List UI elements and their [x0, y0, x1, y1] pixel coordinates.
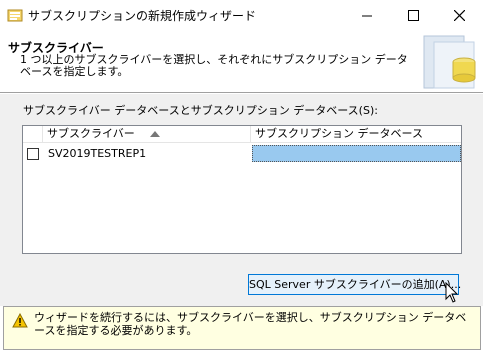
- minimize-button[interactable]: [344, 0, 390, 30]
- close-button[interactable]: [436, 0, 482, 30]
- subscription-db-cell[interactable]: [252, 145, 461, 162]
- warning-text: ウィザードを続行するには、サブスクライバーを選択し、サブスクリプション データベ…: [34, 311, 467, 337]
- sort-ascending-icon: [150, 131, 160, 137]
- title-bar: サブスクリプションの新規作成ウィザード: [0, 0, 483, 30]
- page-description: 1 つ以上のサブスクライバーを選択し、それぞれにサブスクリプション データベース…: [20, 53, 408, 78]
- wizard-app-icon: [7, 9, 23, 22]
- maximize-button[interactable]: [390, 0, 436, 30]
- minimize-icon: [361, 15, 372, 16]
- column-header-check[interactable]: [23, 126, 43, 143]
- subscriber-grid[interactable]: サブスクライバー サブスクリプション データベース SV2019TESTREP1: [22, 125, 462, 254]
- window-title: サブスクリプションの新規作成ウィザード: [28, 9, 257, 23]
- close-icon: [453, 9, 465, 21]
- wizard-header: サブスクライバー 1 つ以上のサブスクライバーを選択し、それぞれにサブスクリプシ…: [0, 30, 483, 92]
- grid-label: サブスクライバー データベースとサブスクリプション データベース(S):: [23, 104, 378, 117]
- column-header-subscription-db[interactable]: サブスクリプション データベース: [251, 126, 461, 143]
- column-header-subscriber[interactable]: サブスクライバー: [43, 126, 251, 143]
- add-sql-server-subscriber-button[interactable]: SQL Server サブスクライバーの追加(A)...: [248, 274, 461, 295]
- maximize-icon: [407, 9, 419, 21]
- column-header-subscriber-label: サブスクライバー: [47, 127, 135, 140]
- table-row[interactable]: SV2019TESTREP1: [23, 144, 461, 163]
- subscriber-checkbox[interactable]: [27, 148, 39, 160]
- wizard-body: サブスクライバー データベースとサブスクリプション データベース(S): サブス…: [0, 94, 483, 306]
- warning-icon: [12, 313, 28, 328]
- grid-header: サブスクライバー サブスクリプション データベース: [23, 126, 461, 143]
- subscriber-name: SV2019TESTREP1: [48, 147, 147, 160]
- warning-banner: ウィザードを続行するには、サブスクライバーを選択し、サブスクリプション データベ…: [3, 306, 481, 350]
- mouse-cursor-icon: [445, 282, 459, 303]
- database-graphic-icon: [423, 35, 476, 89]
- column-header-subscription-db-label: サブスクリプション データベース: [255, 127, 423, 140]
